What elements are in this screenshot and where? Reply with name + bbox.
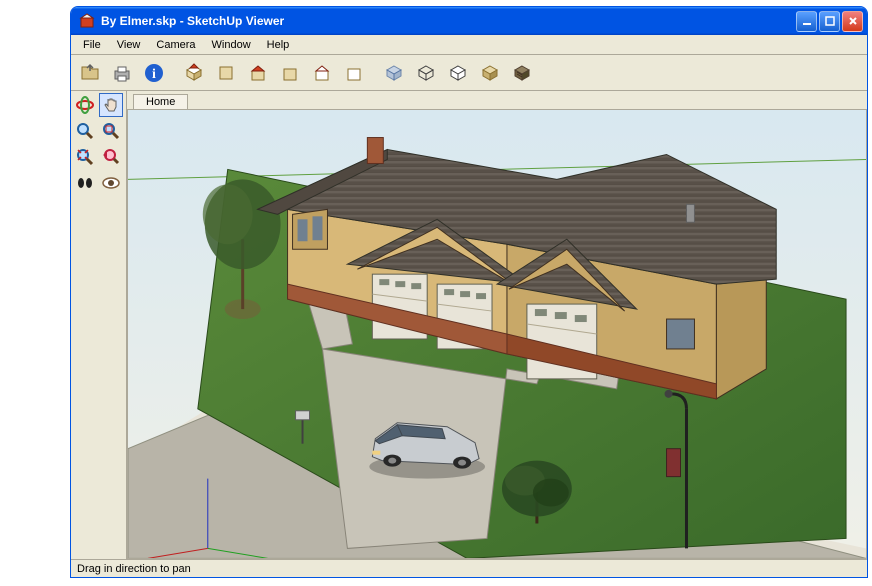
- close-button[interactable]: [842, 11, 863, 32]
- statusbar: Drag in direction to pan: [71, 559, 867, 577]
- shaded-textures-icon[interactable]: [507, 58, 537, 88]
- minimize-button[interactable]: [796, 11, 817, 32]
- titlebar[interactable]: By Elmer.skp - SketchUp Viewer: [71, 7, 867, 35]
- info-icon[interactable]: i: [139, 58, 169, 88]
- zoom-icon[interactable]: [73, 119, 97, 143]
- walk-icon[interactable]: [73, 171, 97, 195]
- wireframe-icon[interactable]: [411, 58, 441, 88]
- zoom-extents-icon[interactable]: [73, 145, 97, 169]
- shaded-icon[interactable]: [475, 58, 505, 88]
- right-view-icon[interactable]: [275, 58, 305, 88]
- scene-tabs: Home: [127, 91, 867, 109]
- svg-text:i: i: [152, 67, 156, 82]
- menu-file[interactable]: File: [75, 37, 109, 53]
- print-icon[interactable]: [107, 58, 137, 88]
- side-toolbar: [71, 91, 127, 559]
- orbit-icon[interactable]: [73, 93, 97, 117]
- previous-view-icon[interactable]: [99, 145, 123, 169]
- app-window: By Elmer.skp - SketchUp Viewer File View…: [70, 6, 868, 578]
- viewport-3d[interactable]: [127, 109, 867, 559]
- front-view-icon[interactable]: [243, 58, 273, 88]
- app-icon: [79, 13, 95, 29]
- open-file-icon[interactable]: [75, 58, 105, 88]
- menubar: File View Camera Window Help: [71, 35, 867, 55]
- maximize-button[interactable]: [819, 11, 840, 32]
- back-view-icon[interactable]: [307, 58, 337, 88]
- menu-camera[interactable]: Camera: [148, 37, 203, 53]
- scene-tab-home[interactable]: Home: [133, 94, 188, 109]
- menu-help[interactable]: Help: [259, 37, 298, 53]
- main-toolbar: i: [71, 55, 867, 91]
- menu-view[interactable]: View: [109, 37, 149, 53]
- left-view-icon[interactable]: [339, 58, 369, 88]
- hidden-line-icon[interactable]: [443, 58, 473, 88]
- iso-view-icon[interactable]: [179, 58, 209, 88]
- top-view-icon[interactable]: [211, 58, 241, 88]
- pan-icon[interactable]: [99, 93, 123, 117]
- xray-icon[interactable]: [379, 58, 409, 88]
- zoom-window-icon[interactable]: [99, 119, 123, 143]
- look-around-icon[interactable]: [99, 171, 123, 195]
- status-text: Drag in direction to pan: [77, 563, 191, 575]
- window-title: By Elmer.skp - SketchUp Viewer: [99, 14, 796, 28]
- menu-window[interactable]: Window: [204, 37, 259, 53]
